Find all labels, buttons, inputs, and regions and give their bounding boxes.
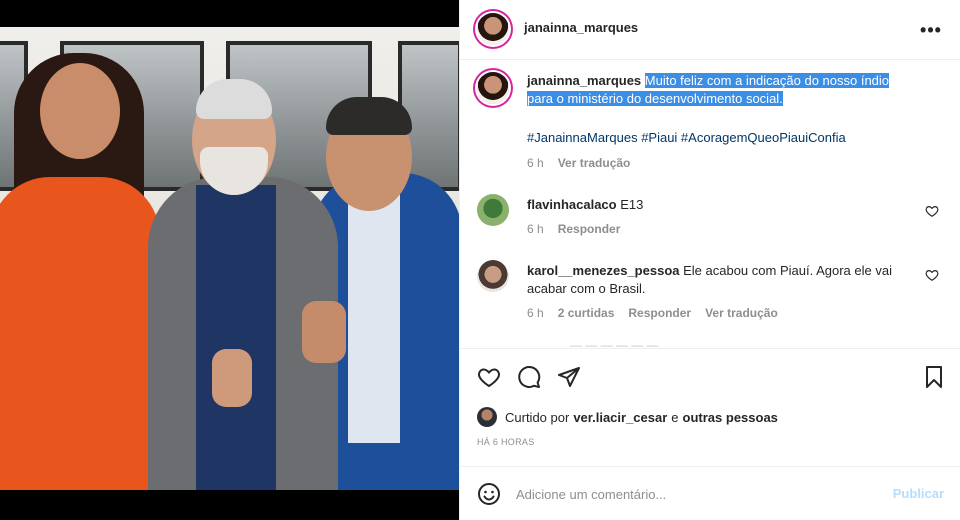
comment-input[interactable] — [516, 483, 876, 505]
person-left-head — [40, 63, 120, 159]
comment-icon[interactable] — [517, 365, 541, 389]
caption-avatar[interactable] — [477, 72, 509, 104]
comment-text: karol__menezes_pessoa Ele acabou com Pia… — [527, 262, 927, 298]
heart-icon[interactable] — [925, 204, 939, 218]
add-comment-bar: Publicar — [460, 466, 960, 520]
commenter-avatar[interactable] — [477, 194, 509, 226]
likes-connector: e — [671, 409, 679, 425]
caption-hashtags[interactable]: #JanainnaMarques #Piaui #AcoragemQueoPia… — [527, 130, 846, 145]
heart-icon[interactable] — [477, 365, 501, 389]
caption-text: janainna_marques Muito feliz com a indic… — [527, 72, 927, 108]
comment-body: acabar com o Brasil. — [527, 281, 646, 296]
caption-selected-text: Muito feliz com a indicação do nosso índ… — [644, 73, 890, 88]
caption-meta: 6 h Ver tradução — [527, 156, 630, 170]
thumbs-up-hand — [212, 349, 252, 407]
comment-time[interactable]: 6 h — [527, 306, 544, 320]
liker-avatar[interactable] — [477, 407, 497, 427]
heart-icon[interactable] — [925, 268, 939, 282]
publish-button[interactable]: Publicar — [893, 486, 944, 501]
more-horizontal-icon[interactable]: ••• — [919, 18, 943, 42]
translate-link[interactable]: Ver tradução — [705, 306, 778, 320]
post-actions: Curtido por ver.liacir_cesar e outras pe… — [460, 348, 960, 466]
view-replies-faded[interactable]: — — — — — — — [570, 338, 659, 348]
bookmark-icon[interactable] — [922, 365, 946, 389]
comment-body: Ele acabou com Piauí. Agora ele vai — [683, 263, 892, 278]
comment-body: E13 — [620, 197, 644, 212]
comment-username[interactable]: karol__menezes_pessoa — [527, 263, 679, 278]
smiley-icon[interactable] — [477, 482, 501, 506]
reply-button[interactable]: Responder — [558, 222, 621, 236]
post-photo[interactable] — [0, 27, 459, 490]
comment-time[interactable]: 6 h — [527, 222, 544, 236]
comment-username[interactable]: flavinhacalaco — [527, 197, 617, 212]
author-avatar[interactable] — [477, 13, 509, 45]
translate-link[interactable]: Ver tradução — [558, 156, 631, 170]
person-left-body — [0, 177, 160, 490]
likes-others-link[interactable]: outras pessoas — [683, 410, 778, 425]
thumbs-up-hand — [302, 301, 346, 363]
caption-username[interactable]: janainna_marques — [527, 73, 641, 88]
commenter-avatar[interactable] — [477, 260, 509, 292]
caption-selected-text: para o ministério do desenvolvimento soc… — [527, 91, 783, 106]
comment-meta: 6 h 2 curtidas Responder Ver tradução — [527, 306, 778, 320]
liker-username[interactable]: ver.liacir_cesar — [573, 410, 667, 425]
comment-meta: 6 h Responder — [527, 222, 620, 236]
person-middle-shirt — [196, 185, 276, 490]
post-timestamp[interactable]: HÁ 6 HORAS — [477, 437, 535, 447]
person-right-hair — [326, 97, 412, 135]
comments-section[interactable]: janainna_marques Muito feliz com a indic… — [460, 60, 960, 348]
post-header: janainna_marques ••• — [460, 0, 960, 60]
post-details-panel: janainna_marques ••• janainna_marques Mu… — [459, 0, 960, 520]
comment-text: flavinhacalaco E13 — [527, 196, 927, 214]
reply-button[interactable]: Responder — [628, 306, 691, 320]
caption-time[interactable]: 6 h — [527, 156, 544, 170]
post-media-panel — [0, 0, 459, 520]
likes-prefix: Curtido por — [505, 409, 570, 425]
likes-summary: Curtido por ver.liacir_cesar e outras pe… — [477, 407, 778, 427]
send-icon[interactable] — [557, 365, 581, 389]
author-username[interactable]: janainna_marques — [524, 20, 638, 35]
comment-likes[interactable]: 2 curtidas — [558, 306, 615, 320]
person-right-shirt — [348, 183, 400, 443]
